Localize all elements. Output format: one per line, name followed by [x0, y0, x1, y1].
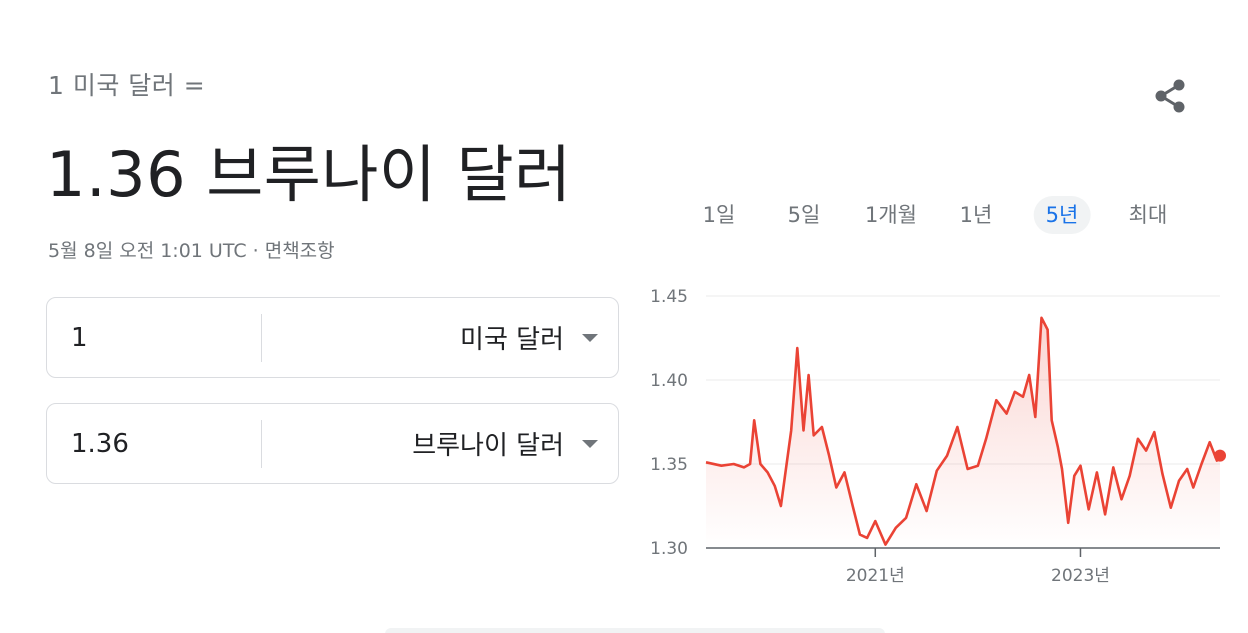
divider	[261, 420, 262, 468]
disclaimer-link[interactable]: 면책조항	[265, 240, 335, 262]
y-tick-label: 1.30	[650, 539, 688, 559]
bottom-panel-edge	[385, 628, 885, 633]
conversion-result: 1.36 브루나이 달러	[46, 138, 572, 211]
to-currency-select[interactable]: 브루나이 달러	[412, 404, 598, 483]
y-tick-label: 1.40	[650, 371, 688, 391]
tab-1y[interactable]: 1년	[948, 196, 1005, 234]
exchange-rate-chart[interactable]: 1.30 1.35 1.40 1.45 2021년 2023년	[630, 280, 1230, 590]
range-tabs: 1일 5일 1개월 1년 5년 최대	[690, 196, 1210, 236]
chevron-down-icon	[582, 439, 598, 448]
timestamp-text: 5월 8일 오전 1:01 UTC ·	[48, 240, 265, 262]
from-currency-label: 미국 달러	[460, 325, 564, 355]
from-amount-input[interactable]	[71, 298, 251, 377]
tab-5d[interactable]: 5일	[776, 196, 833, 234]
x-tick-label: 2023년	[1051, 566, 1110, 586]
chart-area	[706, 317, 1220, 548]
to-amount-input[interactable]	[71, 404, 251, 483]
tab-max[interactable]: 최대	[1117, 196, 1180, 234]
conversion-subtitle: 1 미국 달러 =	[48, 71, 206, 100]
share-button[interactable]	[1148, 74, 1192, 118]
y-tick-label: 1.35	[650, 455, 688, 475]
divider	[261, 314, 262, 362]
tab-5y[interactable]: 5년	[1033, 196, 1091, 234]
to-currency-label: 브루나이 달러	[412, 431, 564, 461]
tab-1m[interactable]: 1개월	[853, 196, 929, 234]
chevron-down-icon	[582, 333, 598, 342]
current-point	[1214, 449, 1226, 462]
from-currency-select[interactable]: 미국 달러	[460, 298, 598, 377]
from-currency-box: 미국 달러	[46, 297, 619, 378]
x-tick-label: 2021년	[846, 566, 905, 586]
y-tick-label: 1.45	[650, 287, 688, 307]
share-icon	[1155, 79, 1185, 113]
to-currency-box: 브루나이 달러	[46, 403, 619, 484]
update-timestamp: 5월 8일 오전 1:01 UTC · 면책조항	[48, 236, 335, 263]
tab-1d[interactable]: 1일	[691, 196, 748, 234]
